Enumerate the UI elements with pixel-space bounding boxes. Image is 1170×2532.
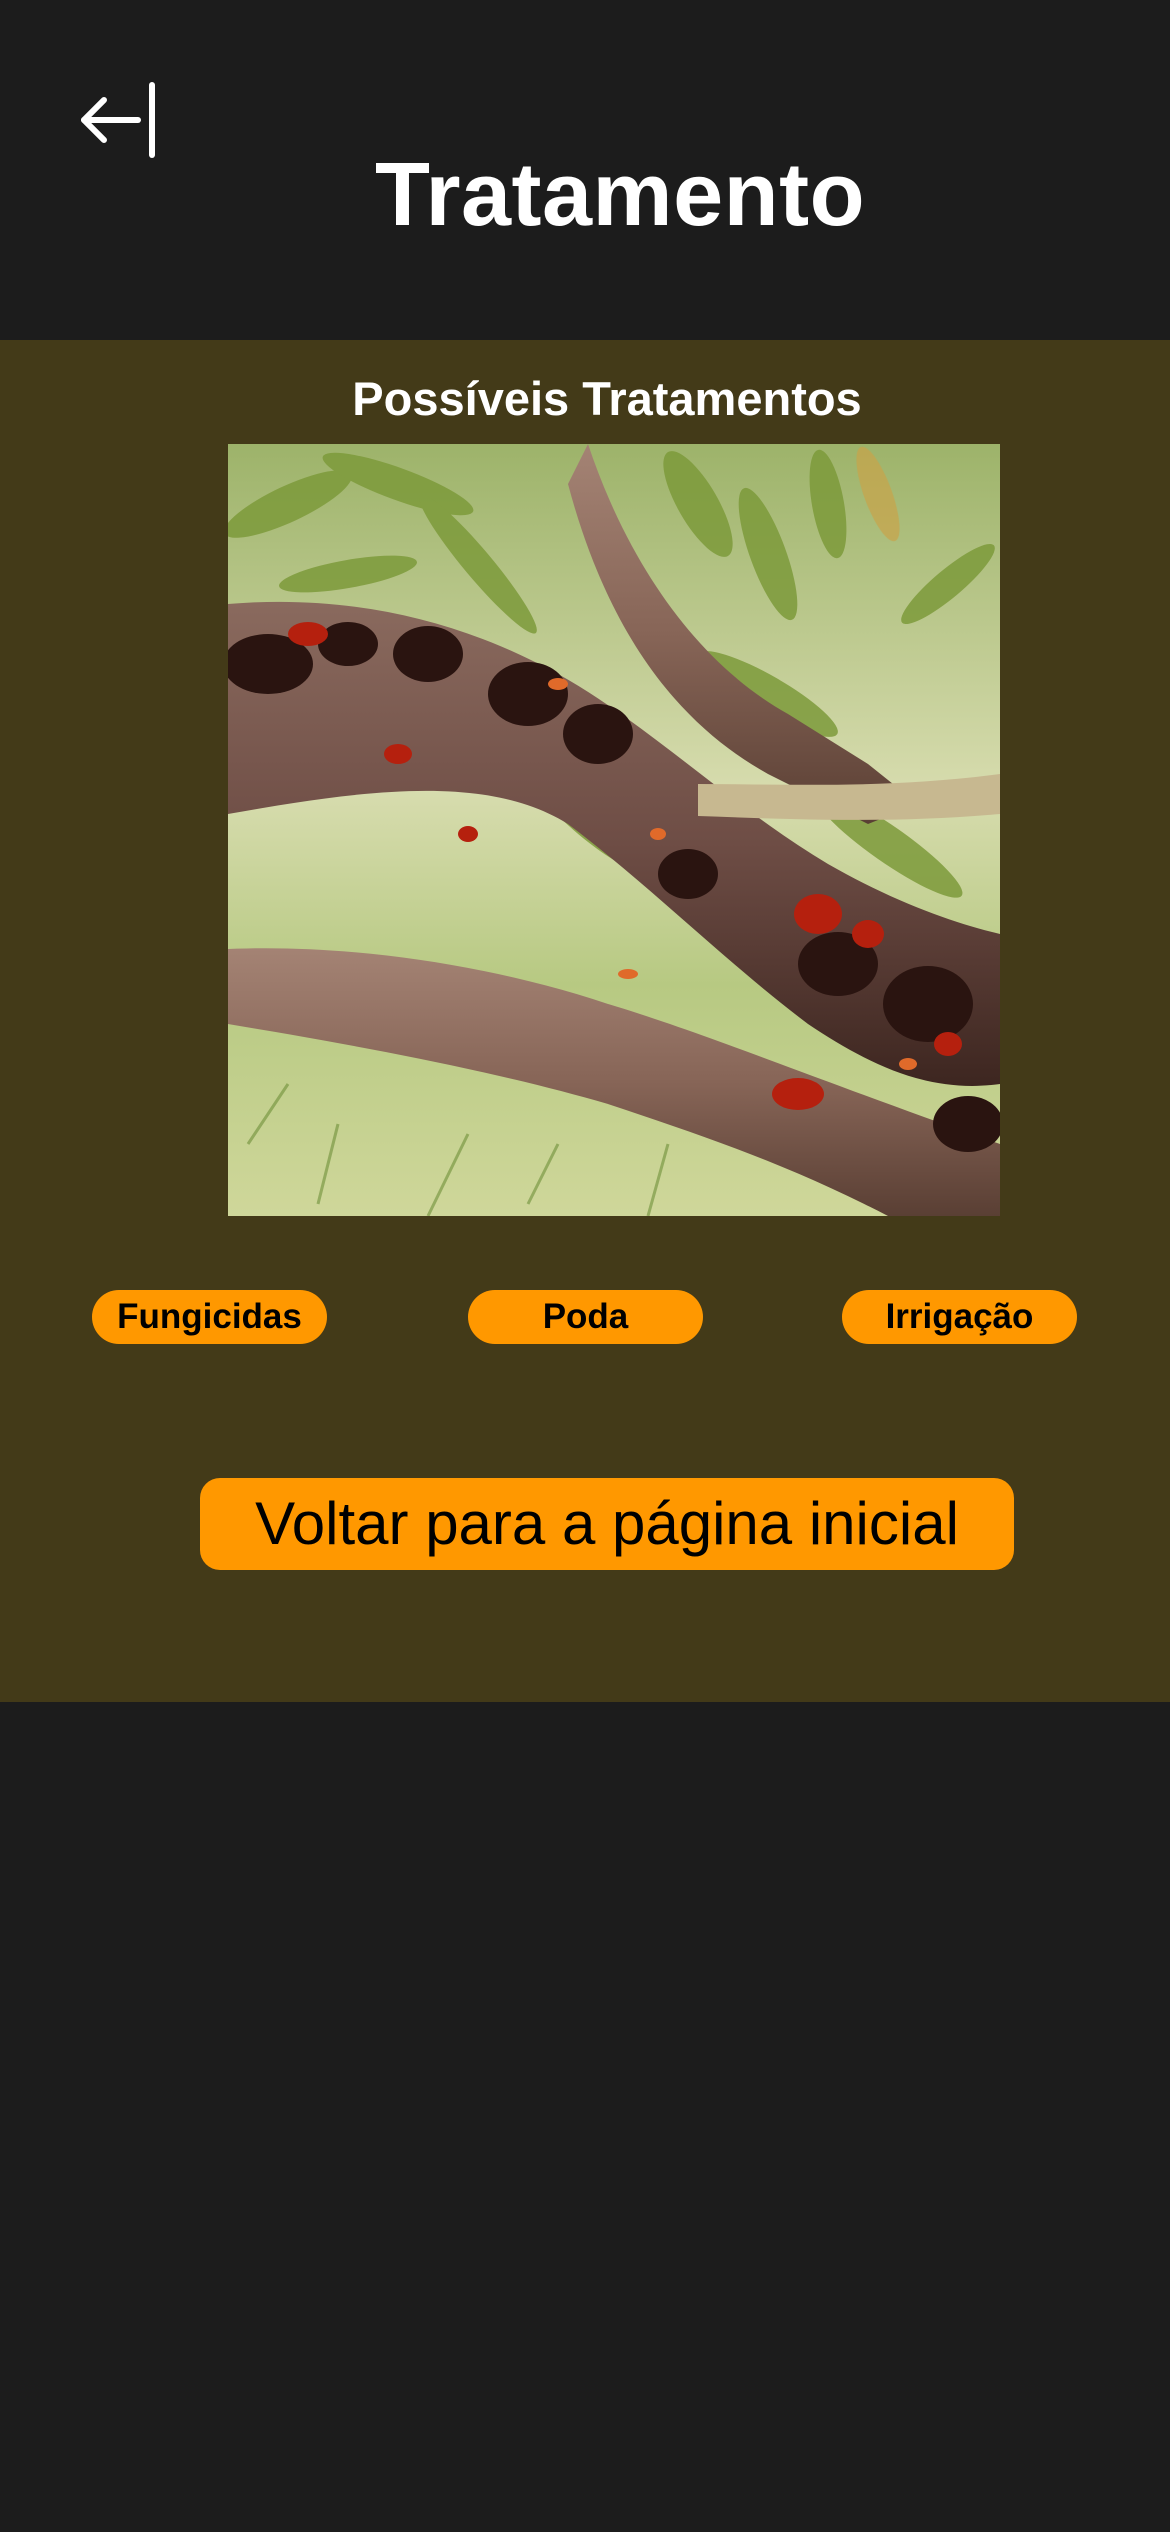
page-title: Tratamento [374, 145, 866, 245]
treatment-chip-fungicidas[interactable]: Fungicidas [92, 1290, 327, 1344]
treatments-panel: Possíveis Tratamentos Fungicidas Poda Ir… [0, 340, 1170, 1702]
app-header: Tratamento [0, 0, 1170, 340]
tree-branch-with-gum-disease-photo [228, 444, 1000, 1216]
home-button[interactable]: Voltar para a página inicial [200, 1478, 1014, 1570]
treatment-chip-poda[interactable]: Poda [468, 1290, 703, 1344]
treatment-screen: Tratamento Possíveis Tratamentos Fungici… [0, 0, 1170, 2532]
empty-background [0, 1702, 1170, 2532]
section-title: Possíveis Tratamentos [352, 372, 862, 425]
treatment-chip-irrigacao[interactable]: Irrigação [842, 1290, 1077, 1344]
